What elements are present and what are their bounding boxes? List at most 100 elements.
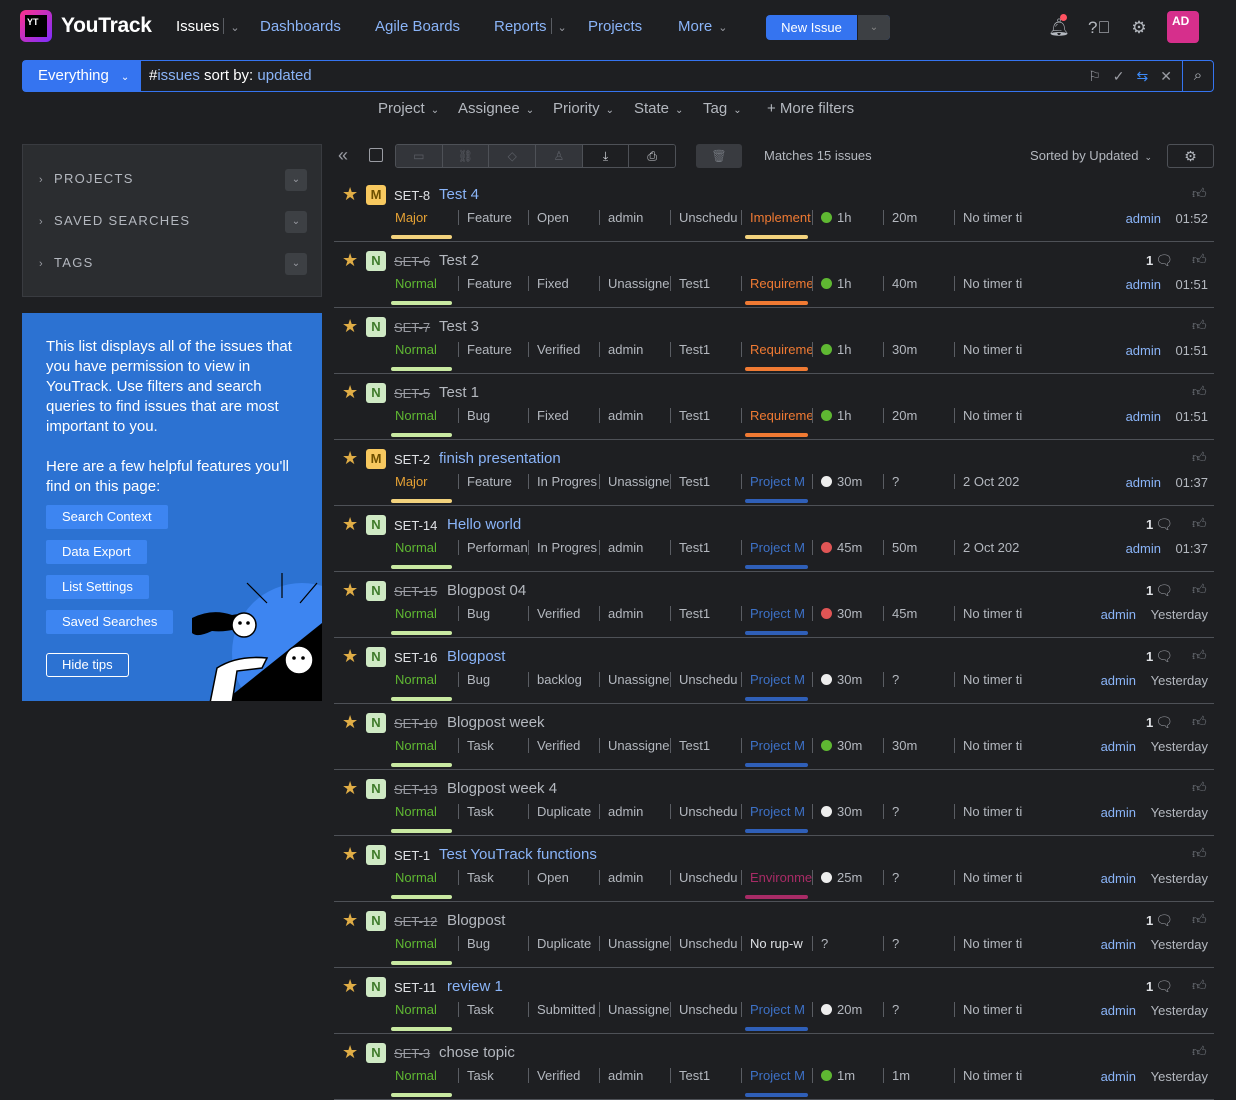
filter-tag[interactable]: Tag ⌄ xyxy=(703,100,742,117)
issue-id[interactable]: SET-5 xyxy=(394,386,430,401)
star-icon[interactable]: ★ xyxy=(342,844,358,865)
issue-summary[interactable]: chose topic xyxy=(439,1044,515,1061)
field-assignee[interactable]: Unassigne xyxy=(599,738,670,753)
field-state[interactable]: In Progres xyxy=(528,540,598,555)
nav-dashboards[interactable]: Dashboards xyxy=(260,18,341,35)
field-subsystem[interactable]: Project M xyxy=(741,804,812,819)
field-spent-time[interactable]: 1m xyxy=(883,1068,953,1083)
field-priority[interactable]: Normal xyxy=(395,672,455,687)
nav-projects[interactable]: Projects xyxy=(588,18,642,35)
updated-by[interactable]: admin xyxy=(1101,607,1136,622)
field-spent-time[interactable]: ? xyxy=(883,474,953,489)
filter-priority[interactable]: Priority ⌄ xyxy=(553,100,614,117)
issue-id[interactable]: SET-6 xyxy=(394,254,430,269)
field-sprint[interactable]: Test1 xyxy=(670,342,741,357)
field-type[interactable]: Task xyxy=(458,870,528,885)
comments-count[interactable]: 1 🗨︎ xyxy=(1146,582,1173,599)
field-subsystem[interactable]: Project M xyxy=(741,1068,812,1083)
field-assignee[interactable]: Unassigne xyxy=(599,276,670,291)
field-estimation[interactable]: 1h xyxy=(812,342,882,357)
filter-state[interactable]: State ⌄ xyxy=(634,100,683,117)
field-spent-time[interactable]: 30m xyxy=(883,342,953,357)
field-sprint[interactable]: Test1 xyxy=(670,276,741,291)
issue-row[interactable]: ★ N SET-13 Blogpost week 4 Normal Task Duplica… xyxy=(334,770,1214,836)
field-timer[interactable]: No timer ti xyxy=(954,408,1024,423)
field-state[interactable]: Verified xyxy=(528,1068,598,1083)
issue-summary[interactable]: Test 2 xyxy=(439,252,479,269)
field-subsystem[interactable]: Requireme xyxy=(741,408,812,423)
issue-id[interactable]: SET-2 xyxy=(394,452,430,467)
priority-badge[interactable]: N xyxy=(366,1043,386,1063)
field-sprint[interactable]: Unschedu xyxy=(670,210,741,225)
field-type[interactable]: Feature xyxy=(458,210,528,225)
issue-summary[interactable]: finish presentation xyxy=(439,450,561,467)
issue-id[interactable]: SET-10 xyxy=(394,716,437,731)
field-type[interactable]: Task xyxy=(458,804,528,819)
priority-badge[interactable]: N xyxy=(366,977,386,997)
field-timer[interactable]: No timer ti xyxy=(954,342,1024,357)
thumbs-up-icon[interactable]: 👍︎ xyxy=(1192,515,1207,532)
field-timer[interactable]: No timer ti xyxy=(954,804,1024,819)
issue-row[interactable]: ★ N SET-3 chose topic Normal Task Verified admi… xyxy=(334,1034,1214,1100)
field-sprint[interactable]: Unschedu xyxy=(670,870,741,885)
collapse-sidebar-icon[interactable]: « xyxy=(338,145,348,165)
issue-summary[interactable]: Test YouTrack functions xyxy=(439,846,597,863)
sort-selector[interactable]: Sorted by Updated ⌄ xyxy=(1030,148,1152,163)
issue-id[interactable]: SET-7 xyxy=(394,320,430,335)
field-timer[interactable]: No timer ti xyxy=(954,1002,1024,1017)
print-icon[interactable]: ⎙ xyxy=(629,145,675,167)
field-state[interactable]: Open xyxy=(528,210,598,225)
thumbs-up-icon[interactable]: 👍︎ xyxy=(1192,647,1207,664)
updated-by[interactable]: admin xyxy=(1126,343,1161,358)
chevron-down-icon[interactable]: ⌄ xyxy=(285,253,307,275)
star-icon[interactable]: ★ xyxy=(342,1042,358,1063)
issue-summary[interactable]: Test 4 xyxy=(439,186,479,203)
field-priority[interactable]: Normal xyxy=(395,606,455,621)
field-assignee[interactable]: Unassigne xyxy=(599,936,670,951)
thumbs-up-icon[interactable]: 👍︎ xyxy=(1192,977,1207,994)
issue-row[interactable]: ★ N SET-5 Test 1 Normal Bug Fixed admin Test1 Req… xyxy=(334,374,1214,440)
field-state[interactable]: Verified xyxy=(528,738,598,753)
field-state[interactable]: In Progres xyxy=(528,474,598,489)
issue-row[interactable]: ★ M SET-8 Test 4 Major Feature Open admin Unsche… xyxy=(334,176,1214,242)
filter-project[interactable]: Project ⌄ xyxy=(378,100,439,117)
issue-row[interactable]: ★ N SET-11 review 1 Normal Task Submitted Unass… xyxy=(334,968,1214,1034)
field-assignee[interactable]: admin xyxy=(599,804,670,819)
field-priority[interactable]: Normal xyxy=(395,342,455,357)
field-type[interactable]: Task xyxy=(458,1068,528,1083)
field-priority[interactable]: Normal xyxy=(395,408,455,423)
field-state[interactable]: Submitted xyxy=(528,1002,598,1017)
field-sprint[interactable]: Unschedu xyxy=(670,804,741,819)
chevron-down-icon[interactable]: ⌄ xyxy=(230,22,239,34)
help-icon[interactable]: ?⃝ xyxy=(1088,17,1110,39)
field-priority[interactable]: Normal xyxy=(395,540,455,555)
issue-row[interactable]: ★ N SET-12 Blogpost Normal Bug Duplicate Unassi… xyxy=(334,902,1214,968)
field-estimation[interactable]: 1m xyxy=(812,1068,882,1083)
field-spent-time[interactable]: 50m xyxy=(883,540,953,555)
field-spent-time[interactable]: ? xyxy=(883,870,953,885)
field-state[interactable]: Duplicate xyxy=(528,936,598,951)
list-settings-tip-button[interactable]: List Settings xyxy=(46,575,149,599)
field-state[interactable]: Verified xyxy=(528,342,598,357)
field-estimation[interactable]: 1h xyxy=(812,408,882,423)
field-type[interactable]: Bug xyxy=(458,606,528,621)
star-icon[interactable]: ★ xyxy=(342,976,358,997)
field-spent-time[interactable]: ? xyxy=(883,804,953,819)
bookmark-icon[interactable]: ⚐ xyxy=(1088,68,1101,85)
field-estimation[interactable]: 20m xyxy=(812,1002,882,1017)
field-estimation[interactable]: 30m xyxy=(812,474,882,489)
field-timer[interactable]: No timer ti xyxy=(954,606,1024,621)
thumbs-up-icon[interactable]: 👍︎ xyxy=(1192,185,1207,202)
new-issue-label[interactable]: New Issue xyxy=(766,15,857,40)
chevron-down-icon[interactable]: ⌄ xyxy=(285,169,307,191)
updated-by[interactable]: admin xyxy=(1126,211,1161,226)
field-spent-time[interactable]: 40m xyxy=(883,276,953,291)
comments-count[interactable]: 1 🗨︎ xyxy=(1146,648,1173,665)
field-assignee[interactable]: admin xyxy=(599,540,670,555)
field-type[interactable]: Bug xyxy=(458,672,528,687)
hide-tips-button[interactable]: Hide tips xyxy=(46,653,129,677)
priority-badge[interactable]: N xyxy=(366,317,386,337)
field-type[interactable]: Task xyxy=(458,738,528,753)
comments-count[interactable]: 1 🗨︎ xyxy=(1146,912,1173,929)
export-icon[interactable]: ⤓ xyxy=(582,145,630,167)
